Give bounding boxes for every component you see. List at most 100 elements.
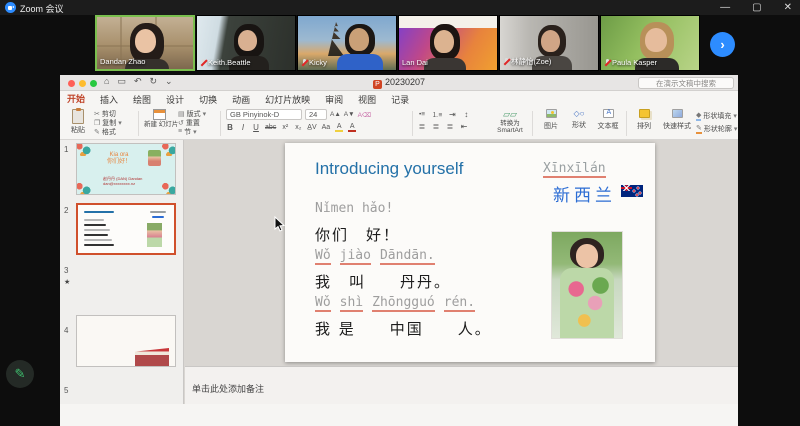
bold-button[interactable]: B <box>226 123 234 132</box>
pencil-icon: ✎ <box>15 366 26 382</box>
muted-mic-icon <box>604 59 610 67</box>
bullets-button[interactable]: •≡ <box>418 111 426 118</box>
tab-animations[interactable]: 动画 <box>231 92 251 108</box>
participant-name: Kicky <box>309 58 327 67</box>
participant-name: Lan Dai <box>402 58 428 67</box>
numbering-button[interactable]: ⒈≡ <box>432 109 442 119</box>
place-hanzi[interactable]: 新西兰 <box>553 181 616 206</box>
dropdown-icon: ▾ <box>734 125 738 133</box>
align-left-button[interactable]: ≣ <box>418 122 426 131</box>
scissors-icon: ✂ <box>94 110 100 118</box>
thumbnail-slide-2-current[interactable] <box>76 203 176 255</box>
video-tile-dandan-zhao[interactable]: Dandan Zhao <box>95 15 195 71</box>
clear-formatting-button[interactable]: A⌫ <box>358 111 372 119</box>
teacher-photo[interactable] <box>552 232 622 338</box>
video-tile-kicky[interactable]: Kicky <box>297 15 397 71</box>
place-pinyin[interactable]: Xīnxīlán <box>543 161 606 178</box>
close-icon[interactable]: ✕ <box>784 3 792 13</box>
indent-button[interactable]: ⇥ <box>448 110 456 119</box>
picture-button[interactable]: 图片 <box>539 109 563 131</box>
search-input[interactable]: 在演示文稿中搜索 <box>638 77 734 89</box>
annotate-button[interactable]: ✎ <box>6 360 34 388</box>
line-spacing-button[interactable]: ↕ <box>462 110 470 119</box>
notes-pane[interactable]: 单击此处添加备注 <box>185 366 738 404</box>
ribbon-tabs: 开始 插入 绘图 设计 切换 动画 幻灯片放映 审阅 视图 记录 <box>66 92 410 107</box>
thumb1-photo <box>148 150 161 166</box>
hanzi-line-1: 你们 好！ <box>315 224 492 248</box>
thumb-number-4: 4 <box>64 326 68 335</box>
copy-icon: ❐ <box>94 119 100 127</box>
tab-transitions[interactable]: 切换 <box>198 92 218 108</box>
format-painter-button[interactable]: ✎格式 <box>94 127 122 136</box>
mouse-cursor <box>274 216 286 233</box>
font-name-select[interactable]: GB Pinyinok-D <box>226 109 302 120</box>
quick-styles-button[interactable]: 快速样式 <box>660 109 694 131</box>
font-size-select[interactable]: 24 <box>305 109 327 120</box>
grow-font-button[interactable]: A▲ <box>330 111 341 118</box>
shape-outline-button[interactable]: ✎形状轮廓▾ <box>696 122 737 135</box>
new-slide-button[interactable]: 新建 幻灯片 <box>144 109 174 128</box>
slide-body-text[interactable]: Nǐmen hǎo! 你们 好！ WǒjiàoDāndān. 我 叫 丹丹。 W… <box>315 201 492 342</box>
strikethrough-button[interactable]: abc <box>265 124 276 131</box>
tab-draw[interactable]: 绘图 <box>132 92 152 108</box>
notes-placeholder[interactable]: 单击此处添加备注 <box>192 382 264 395</box>
tab-design[interactable]: 设计 <box>165 92 185 108</box>
reset-icon: ↺ <box>178 119 184 127</box>
change-case-button[interactable]: Aa <box>322 124 331 131</box>
screen: Zoom 会议 — ▢ ✕ Dandan Zhao Keith.Beattle … <box>0 0 800 426</box>
tab-record[interactable]: 记录 <box>390 92 410 108</box>
subscript-button[interactable]: x₂ <box>294 124 302 131</box>
next-participants-button[interactable]: › <box>710 32 735 57</box>
new-slide-icon <box>153 109 166 120</box>
arrange-button[interactable]: 排列 <box>632 109 656 131</box>
thumbnail-slide-1[interactable]: Kia ora你们好！ 赵丹丹 (DAN) Dandandan@xxxxxxxx… <box>76 143 176 195</box>
slide-editor[interactable]: Introducing yourself Xīnxīlán 新西兰 Nǐmen … <box>285 143 655 362</box>
outdent-button[interactable]: ⇤ <box>460 122 468 131</box>
reset-button[interactable]: ↺重置 <box>178 118 206 127</box>
thumbnail-slide-3[interactable] <box>76 315 176 367</box>
italic-button[interactable]: I <box>239 123 247 132</box>
shape-fill-button[interactable]: ◆形状填充▾ <box>696 109 737 122</box>
participant-name: Keith.Beattle <box>208 58 251 67</box>
align-right-button[interactable]: ≣ <box>446 122 454 131</box>
shapes-button[interactable]: ◇○ 形状 <box>567 109 591 130</box>
slide-canvas-area: Introducing yourself Xīnxīlán 新西兰 Nǐmen … <box>185 140 738 366</box>
video-tile-zoe[interactable]: 林静怡(Zoe) <box>499 15 599 71</box>
section-icon: ≡ <box>178 128 182 135</box>
section-button[interactable]: ≡节▾ <box>178 127 206 136</box>
convert-smartart-button[interactable]: ▱▱ 转换为 SmartArt <box>492 109 528 134</box>
minimize-icon[interactable]: — <box>720 3 730 13</box>
font-color-button[interactable]: A <box>348 123 356 132</box>
thumb3-gate-image <box>135 348 169 366</box>
dropdown-icon: ▾ <box>118 119 122 127</box>
tab-slideshow[interactable]: 幻灯片放映 <box>264 92 311 108</box>
video-tile-keith[interactable]: Keith.Beattle <box>196 15 296 71</box>
muted-mic-icon <box>503 58 509 66</box>
slide-title[interactable]: Introducing yourself <box>315 159 463 179</box>
chevron-right-icon: › <box>720 37 724 52</box>
superscript-button[interactable]: x² <box>281 124 289 131</box>
tab-review[interactable]: 审阅 <box>324 92 344 108</box>
maximize-icon[interactable]: ▢ <box>752 3 761 13</box>
textbox-button[interactable]: 文本框 <box>595 109 621 131</box>
dropdown-icon: ▾ <box>733 112 737 120</box>
char-spacing-button[interactable]: A̲V <box>307 124 316 131</box>
hanzi-line-2: 我 叫 丹丹。 <box>315 271 492 295</box>
transition-star-icon: ★ <box>64 278 70 286</box>
shrink-font-button[interactable]: A▼ <box>344 111 355 118</box>
tab-home[interactable]: 开始 <box>66 91 86 109</box>
tab-view[interactable]: 视图 <box>357 92 377 108</box>
underline-button[interactable]: U <box>252 123 260 132</box>
dropdown-icon: ▾ <box>193 128 197 136</box>
align-center-button[interactable]: ≣ <box>432 122 440 131</box>
video-tile-lan-dai[interactable]: Lan Dai <box>398 15 498 71</box>
highlight-color-button[interactable]: A <box>335 123 343 132</box>
hanzi-line-3: 我 是 中国 人。 <box>315 318 492 342</box>
tab-insert[interactable]: 插入 <box>99 92 119 108</box>
video-tile-paula[interactable]: Paula Kasper <box>600 15 700 71</box>
new-zealand-flag-icon <box>621 185 643 197</box>
zoom-titlebar: Zoom 会议 — ▢ ✕ <box>0 0 800 15</box>
picture-icon <box>546 109 557 118</box>
outline-pencil-icon: ✎ <box>696 124 702 134</box>
paste-button[interactable]: 粘贴 <box>65 109 91 135</box>
